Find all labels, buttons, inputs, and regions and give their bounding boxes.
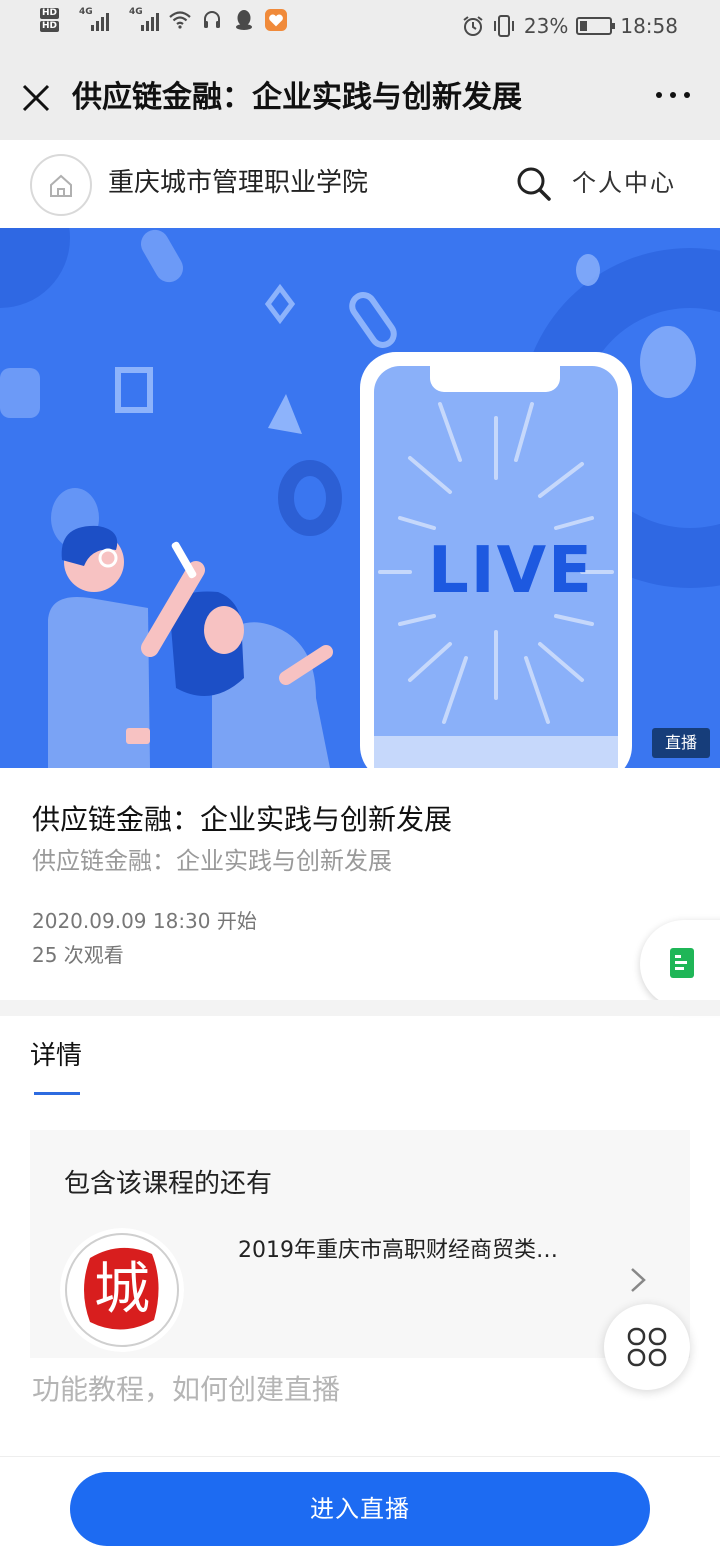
site-header: 重庆城市管理职业学院 个人中心: [0, 140, 720, 228]
related-course-title: 2019年重庆市高职财经商贸类…: [238, 1238, 558, 1263]
network-type-1: 4G: [79, 7, 93, 17]
tutorial-link[interactable]: 功能教程，如何创建直播: [32, 1370, 340, 1410]
search-icon[interactable]: [516, 166, 552, 202]
headset-icon: [201, 9, 223, 31]
wifi-icon: [169, 9, 191, 31]
home-button[interactable]: [30, 154, 92, 216]
alarm-icon: [463, 16, 483, 36]
live-badge: 直播: [652, 728, 710, 758]
section-divider: [0, 1000, 720, 1016]
chevron-right-icon[interactable]: [628, 1266, 648, 1294]
course-subtitle: 供应链金融：企业实践与创新发展: [32, 847, 392, 875]
hd-label-2: HD: [40, 21, 60, 32]
close-icon[interactable]: [20, 82, 52, 114]
home-icon: [50, 174, 72, 197]
grid-menu-icon: [627, 1327, 667, 1367]
college-logo-char: 城: [94, 1257, 150, 1322]
title-bar: 供应链金融：企业实践与创新发展: [0, 56, 720, 140]
document-float-button[interactable]: [640, 920, 720, 1008]
more-options-icon[interactable]: [656, 92, 690, 98]
apps-float-button[interactable]: [604, 1304, 690, 1390]
status-left: HD HD 4G 4G: [40, 7, 288, 32]
related-courses-card: 包含该课程的还有 城 2019年重庆市高职财经商贸类…: [30, 1130, 690, 1358]
course-title: 供应链金融：企业实践与创新发展: [32, 803, 453, 836]
school-name: 重庆城市管理职业学院: [108, 168, 369, 198]
course-banner: LIVE: [0, 228, 720, 768]
related-heading: 包含该课程的还有: [64, 1169, 273, 1199]
live-text: LIVE: [428, 534, 594, 608]
clock: 18:58: [620, 14, 678, 38]
vibrate-icon: [493, 15, 514, 37]
tab-details[interactable]: 详情: [30, 1036, 82, 1076]
live-illustration: [0, 228, 720, 768]
enter-live-button[interactable]: 进入直播: [70, 1472, 650, 1546]
course-info: 供应链金融：企业实践与创新发展 供应链金融：企业实践与创新发展 2020.09.…: [0, 768, 720, 1000]
hd-label-1: HD: [40, 8, 60, 19]
qq-icon: [233, 9, 255, 31]
signal-2-icon: 4G: [129, 7, 160, 31]
status-right: 23% 18:58: [462, 14, 678, 38]
college-logo: 城: [60, 1228, 184, 1352]
related-course-item[interactable]: 城 2019年重庆市高职财经商贸类…: [60, 1222, 660, 1352]
document-icon: [670, 948, 694, 978]
bottom-divider: [0, 1456, 720, 1457]
battery-icon: [576, 17, 616, 35]
signal-1-icon: 4G: [79, 7, 110, 31]
battery-percent: 23%: [523, 14, 569, 38]
network-type-2: 4G: [129, 7, 143, 17]
tab-active-indicator: [34, 1092, 80, 1095]
view-count: 25 次观看: [32, 943, 124, 967]
health-app-icon: [265, 9, 288, 31]
hd-indicator: HD HD: [40, 8, 60, 32]
status-bar: HD HD 4G 4G 23% 18:58: [0, 0, 720, 56]
page-title: 供应链金融：企业实践与创新发展: [72, 80, 522, 115]
start-time: 2020.09.09 18:30 开始: [32, 909, 257, 933]
profile-link[interactable]: 个人中心: [572, 166, 676, 200]
